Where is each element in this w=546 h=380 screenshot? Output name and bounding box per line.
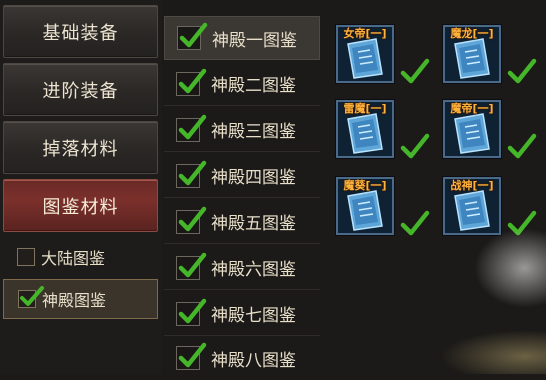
list-item-temple-3[interactable]: 神殿三图鉴 [164,108,320,152]
category-button-drop-materials[interactable]: 掉落材料 [3,121,158,174]
checkmark-icon [400,210,430,236]
checkbox-checked[interactable] [176,298,207,326]
card-label: 战神[一] [450,179,494,192]
sub-option-label: 神殿图鉴 [42,291,107,310]
list-item-label: 神殿八图鉴 [211,350,296,371]
codex-card-demon-emperor[interactable]: 魔帝[一] [443,100,501,158]
checkbox-checked[interactable] [177,22,208,50]
codex-card-demon-sunflower[interactable]: 魔葵[一] [336,177,394,235]
sub-option-label: 大陆图鉴 [41,249,106,268]
sub-option-temple-codex[interactable]: 神殿图鉴 [3,279,158,319]
codex-scroll-icon [454,113,490,154]
checkmark-icon [507,58,537,84]
checkmark-icon [178,68,207,93]
checkmark-icon [20,286,44,306]
checkmark-icon [178,342,207,368]
light-glare [440,330,546,374]
category-button-codex-materials[interactable]: 图鉴材料 [3,179,158,232]
checkbox-checked[interactable] [176,114,207,142]
codex-card-thunder-demon[interactable]: 雷魔[一] [336,100,394,158]
codex-card-grid: 女帝[一] 魔龙[一] 雷魔[一] 魔帝[一] 魔葵[一] 战神[一] [330,20,546,374]
checkmark-icon [507,133,537,159]
category-label: 基础装备 [42,22,119,44]
sub-option-continent-codex[interactable]: 大陆图鉴 [3,237,158,277]
list-item-temple-5[interactable]: 神殿五图鉴 [164,200,320,244]
list-item-label: 神殿四图鉴 [211,168,296,188]
checkmark-icon [178,298,207,323]
category-button-basic-equipment[interactable]: 基础装备 [3,5,158,58]
checkmark-icon [178,252,207,277]
list-item-temple-2[interactable]: 神殿二图鉴 [164,62,320,106]
category-label: 掉落材料 [42,138,119,160]
codex-scroll-icon [454,190,490,231]
list-item-temple-6[interactable]: 神殿六图鉴 [164,246,320,290]
card-label: 魔龙[一] [450,27,494,40]
card-label: 魔帝[一] [450,102,494,115]
list-item-label: 神殿五图鉴 [211,214,296,234]
category-button-advanced-equipment[interactable]: 进阶装备 [3,63,158,116]
list-item-temple-1[interactable]: 神殿一图鉴 [164,16,320,60]
category-label: 图鉴材料 [42,196,119,218]
list-item-label: 神殿三图鉴 [211,122,296,142]
list-item-label: 神殿一图鉴 [212,30,297,51]
codex-scroll-icon [347,38,383,79]
codex-scroll-icon [347,190,383,231]
checkbox[interactable] [17,248,35,266]
checkbox-checked[interactable] [176,68,207,96]
card-label: 魔葵[一] [343,179,387,192]
temple-codex-list: 神殿一图鉴 神殿二图鉴 神殿三图鉴 神殿四图鉴 神殿五图鉴 神殿六图鉴 神殿七图… [164,10,320,380]
map-codex-panel: 基础装备 进阶装备 掉落材料 图鉴材料 大陆图鉴 神殿图鉴 神殿一图鉴 神殿二图… [0,0,546,380]
list-item-temple-8[interactable]: 神殿八图鉴 [164,336,320,380]
list-item-label: 神殿七图鉴 [211,306,296,326]
codex-card-empress[interactable]: 女帝[一] [336,25,394,83]
list-item-temple-4[interactable]: 神殿四图鉴 [164,154,320,198]
checkmark-icon [179,22,208,48]
card-label: 女帝[一] [343,27,387,40]
codex-card-war-god[interactable]: 战神[一] [443,177,501,235]
checkmark-icon [178,114,207,139]
light-glare [474,228,546,308]
checkmark-icon [400,133,430,159]
list-item-label: 神殿二图鉴 [211,76,296,96]
checkbox-checked[interactable] [176,342,207,370]
checkmark-icon [178,160,207,185]
checkbox-checked[interactable] [176,160,207,188]
category-label: 进阶装备 [42,80,119,102]
codex-scroll-icon [454,38,490,79]
checkmark-icon [178,206,207,231]
list-item-temple-7[interactable]: 神殿七图鉴 [164,292,320,336]
card-label: 雷魔[一] [343,102,387,115]
checkbox-checked[interactable] [176,252,207,280]
codex-card-demon-dragon[interactable]: 魔龙[一] [443,25,501,83]
codex-scroll-icon [347,113,383,154]
category-column: 基础装备 进阶装备 掉落材料 图鉴材料 大陆图鉴 神殿图鉴 [0,0,162,374]
list-item-label: 神殿六图鉴 [211,260,296,280]
checkbox-checked[interactable] [18,286,44,308]
checkbox-checked[interactable] [176,206,207,234]
checkmark-icon [400,58,430,84]
